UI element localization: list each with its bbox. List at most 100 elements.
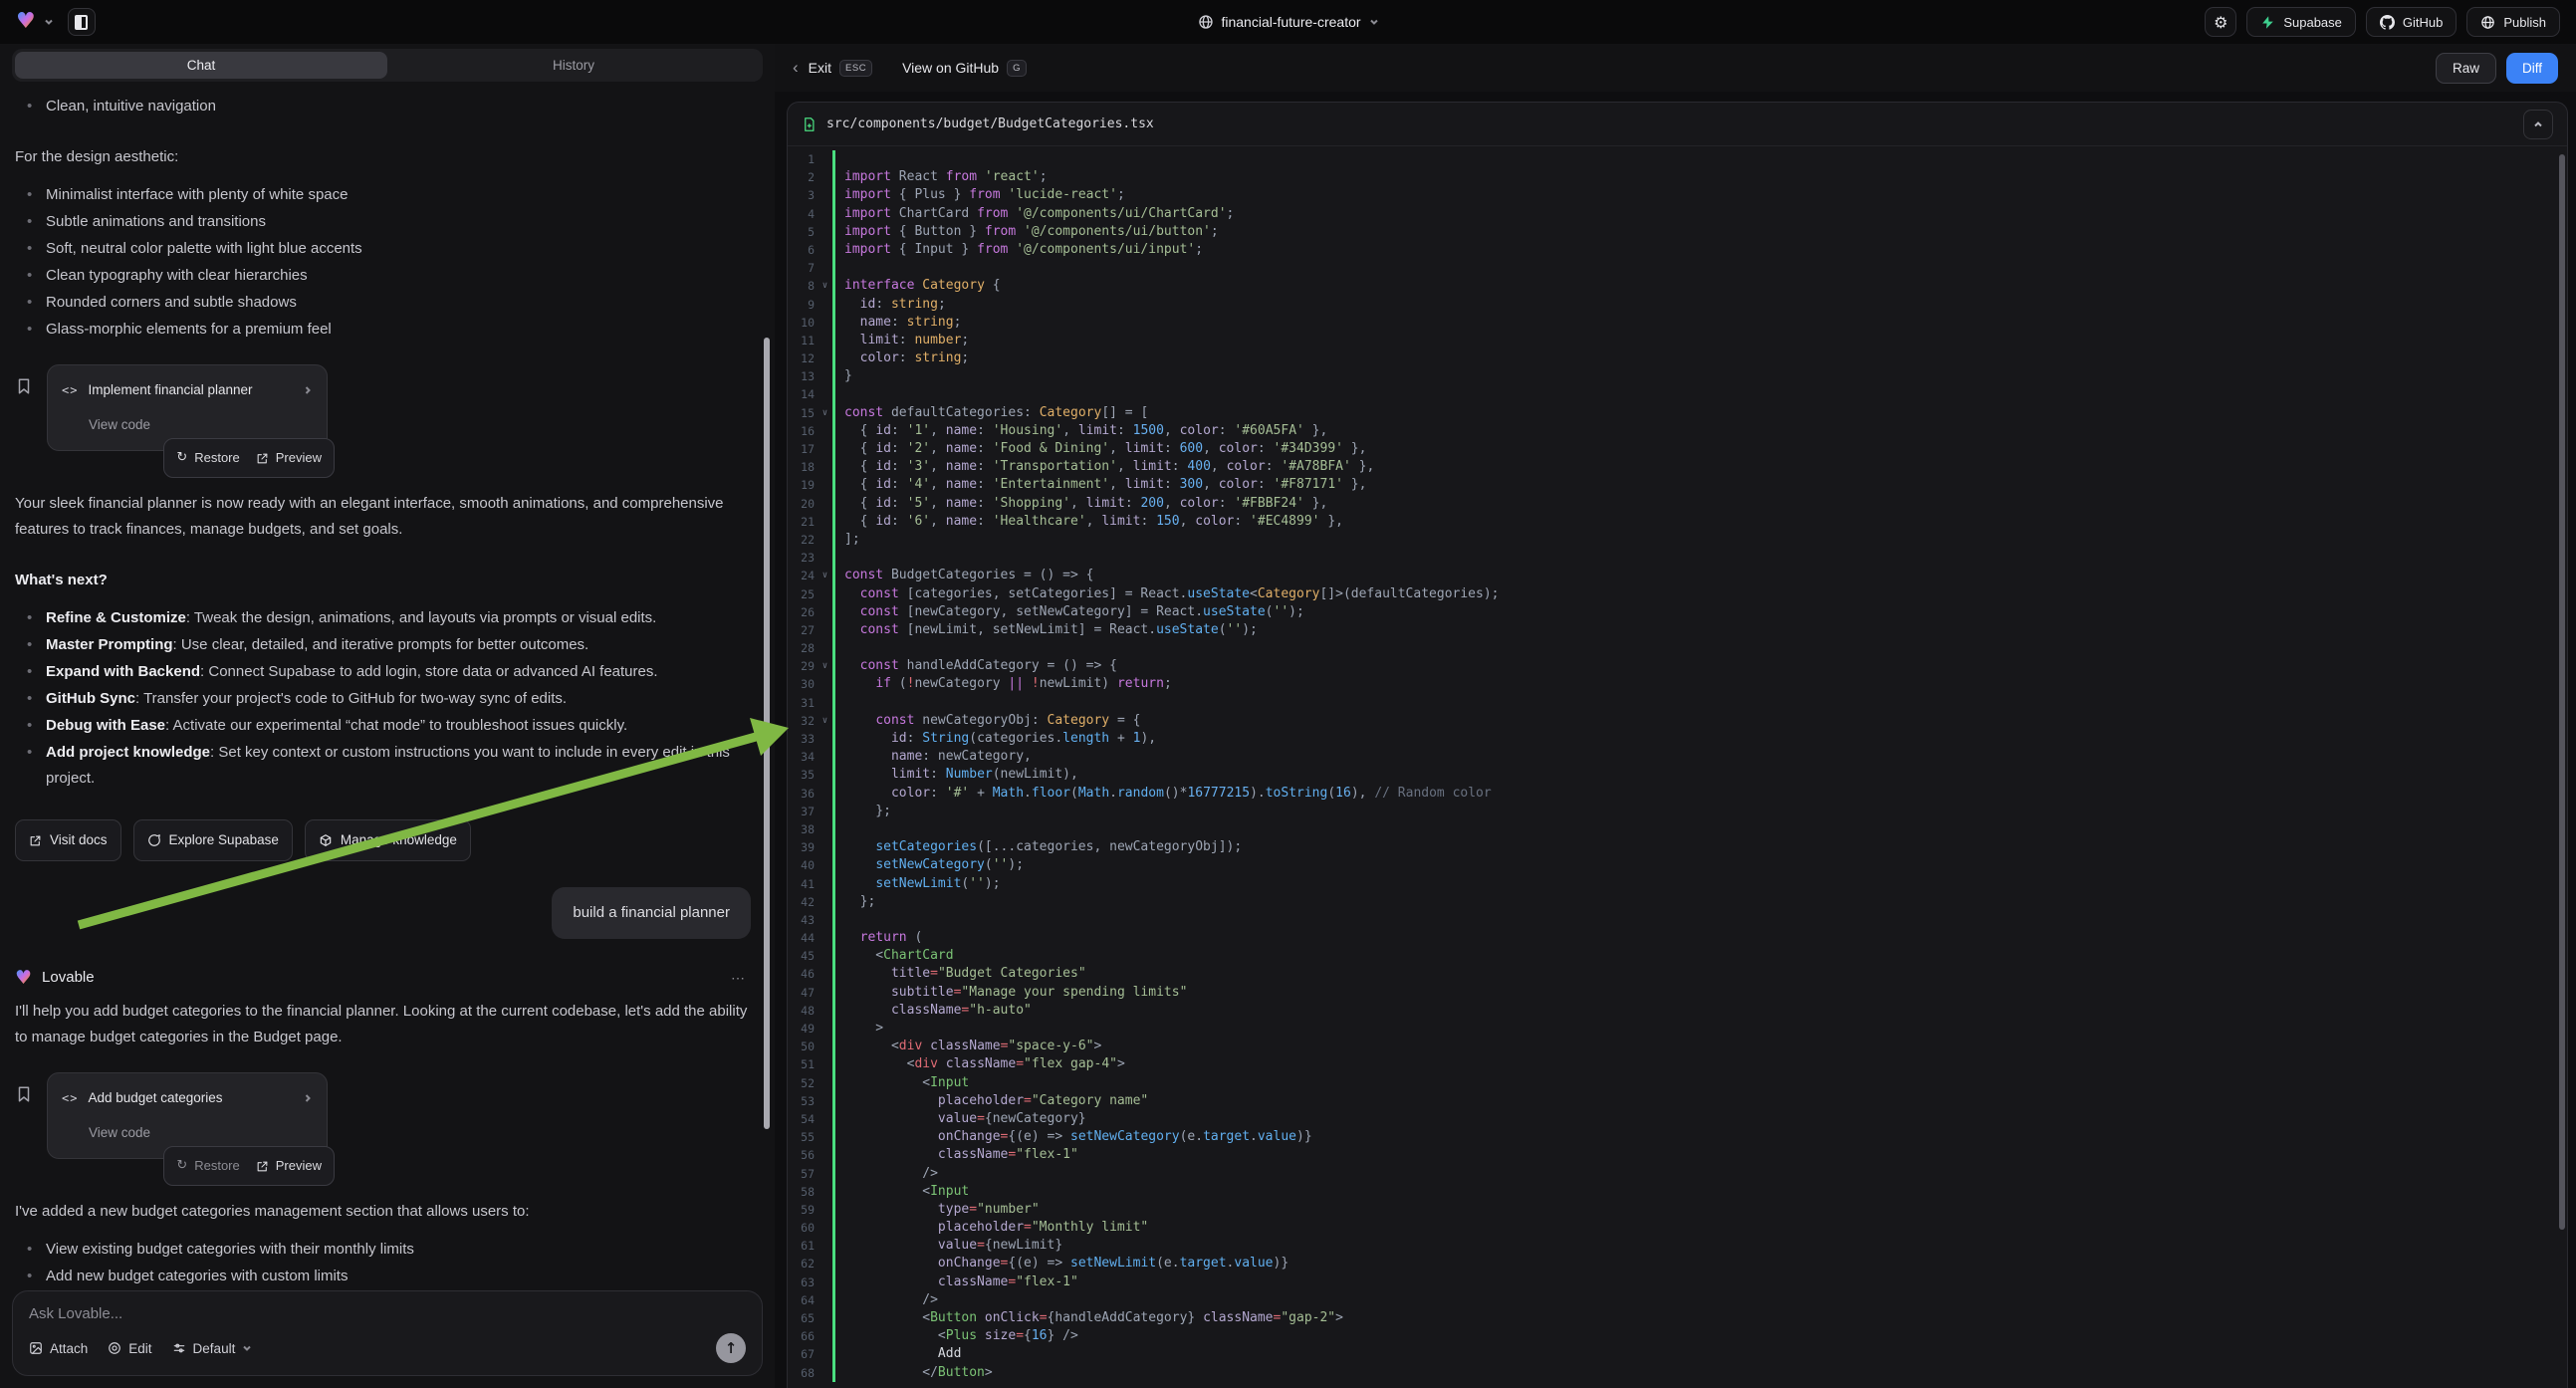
code-line: 16 { id: '1', name: 'Housing', limit: 15…	[788, 422, 2567, 440]
line-number: 2	[788, 168, 818, 186]
logo-chevron-down-icon[interactable]	[44, 17, 54, 27]
code-line: 13}	[788, 367, 2567, 385]
chat-scrollbar[interactable]	[764, 338, 770, 1129]
assistant-header: ♥ Lovable ⋯	[15, 965, 755, 991]
raw-toggle-button[interactable]: Raw	[2436, 53, 2496, 84]
version-card-implement-financial-planner[interactable]: <> Implement financial planner View code…	[47, 364, 328, 451]
back-chevron-icon[interactable]: ‹	[793, 58, 799, 78]
code-line: 41 setNewLimit('');	[788, 875, 2567, 893]
code-line: 43	[788, 911, 2567, 929]
code-line: 35 limit: Number(newLimit),	[788, 766, 2567, 784]
fold-chevron-icon	[818, 1201, 832, 1219]
line-number: 14	[788, 385, 818, 403]
supabase-label: Supabase	[2283, 15, 2342, 30]
github-button[interactable]: GitHub	[2366, 7, 2457, 37]
fold-chevron-icon	[818, 1038, 832, 1055]
tab-history[interactable]: History	[387, 52, 760, 79]
chat-input-placeholder[interactable]: Ask Lovable...	[29, 1305, 746, 1322]
preview-button[interactable]: Preview	[256, 445, 322, 471]
list-item: Add project knowledge: Set key context o…	[15, 740, 755, 792]
code-line: 10 name: string;	[788, 314, 2567, 332]
code-line: 65 <Button onClick={handleAddCategory} c…	[788, 1309, 2567, 1327]
code-line: 62 onChange={(e) => setNewLimit(e.target…	[788, 1255, 2567, 1272]
chat-input-box[interactable]: Ask Lovable... Attach Edit Default	[12, 1290, 763, 1376]
fold-chevron-icon	[818, 820, 832, 838]
fold-chevron-icon[interactable]: ∨	[818, 277, 832, 295]
line-number: 56	[788, 1146, 818, 1164]
publish-button[interactable]: Publish	[2466, 7, 2560, 37]
added-bullet-list: View existing budget categories with the…	[15, 1237, 755, 1284]
visit-docs-button[interactable]: Visit docs	[15, 819, 121, 861]
code-line: 11 limit: number;	[788, 332, 2567, 349]
bookmark-icon[interactable]	[15, 376, 33, 396]
view-on-github-link[interactable]: View on GitHub	[902, 60, 999, 76]
mode-chevron-down-icon	[242, 1343, 252, 1353]
fold-chevron-icon	[818, 1183, 832, 1201]
next-steps-list: Refine & Customize: Tweak the design, an…	[15, 605, 755, 792]
edit-button[interactable]: Edit	[108, 1341, 151, 1356]
line-number: 11	[788, 332, 818, 349]
code-line: 27 const [newLimit, setNewLimit] = React…	[788, 621, 2567, 639]
fold-chevron-icon	[818, 803, 832, 820]
fold-chevron-icon	[818, 1309, 832, 1327]
line-number: 68	[788, 1364, 818, 1382]
version-card-add-budget-categories[interactable]: <> Add budget categories View code ↻ Res…	[47, 1072, 328, 1159]
list-item: Glass-morphic elements for a premium fee…	[15, 317, 755, 343]
mode-selector[interactable]: Default	[172, 1341, 253, 1356]
fold-chevron-icon	[818, 367, 832, 385]
lovable-logo[interactable]: ♥	[16, 11, 36, 33]
code-line: 66 <Plus size={16} />	[788, 1327, 2567, 1345]
code-line: 18 { id: '3', name: 'Transportation', li…	[788, 458, 2567, 476]
knowledge-box-icon	[319, 833, 333, 847]
line-number: 61	[788, 1237, 818, 1255]
settings-button[interactable]: ⚙	[2205, 7, 2236, 37]
sliders-icon	[172, 1341, 186, 1355]
line-number: 4	[788, 205, 818, 223]
fold-chevron-icon	[818, 621, 832, 639]
list-item: Clean, intuitive navigation	[15, 94, 755, 119]
bookmark-icon[interactable]	[15, 1084, 33, 1104]
code-scrollbar[interactable]	[2559, 154, 2565, 1230]
collapse-file-button[interactable]	[2523, 110, 2553, 139]
fold-chevron-icon[interactable]: ∨	[818, 712, 832, 730]
restore-button[interactable]: ↻ Restore	[176, 1153, 239, 1179]
fold-chevron-icon	[818, 585, 832, 603]
line-number: 44	[788, 929, 818, 947]
fold-chevron-icon	[818, 1020, 832, 1038]
tab-chat[interactable]: Chat	[15, 52, 387, 79]
fold-chevron-icon	[818, 476, 832, 494]
fold-chevron-icon[interactable]: ∨	[818, 567, 832, 584]
fold-chevron-icon[interactable]: ∨	[818, 404, 832, 422]
fold-chevron-icon	[818, 748, 832, 766]
view-code-link[interactable]: View code	[89, 1120, 313, 1146]
manage-knowledge-button[interactable]: Manage knowledge	[305, 819, 471, 861]
message-menu-button[interactable]: ⋯	[731, 965, 747, 991]
chat-history-tabs: Chat History	[12, 49, 763, 82]
globe-icon	[1197, 14, 1213, 30]
restore-button[interactable]: ↻ Restore	[176, 445, 239, 471]
chat-message-list[interactable]: Clean, intuitive navigation For the desi…	[0, 82, 775, 1284]
attach-button[interactable]: Attach	[29, 1341, 88, 1356]
fold-chevron-icon[interactable]: ∨	[818, 657, 832, 675]
line-number: 60	[788, 1219, 818, 1237]
list-item: Master Prompting: Use clear, detailed, a…	[15, 632, 755, 658]
fold-chevron-icon	[818, 785, 832, 803]
sidebar-toggle-button[interactable]	[68, 8, 96, 36]
supabase-button[interactable]: Supabase	[2246, 7, 2356, 37]
fold-chevron-icon	[818, 422, 832, 440]
file-path-row[interactable]: src/components/budget/BudgetCategories.t…	[788, 103, 2567, 146]
code-view-header: ‹ Exit ESC View on GitHub G Raw Diff	[775, 44, 2576, 92]
version-card-toolbar: ↻ Restore Preview	[163, 438, 335, 478]
exit-button[interactable]: Exit	[809, 60, 831, 76]
code-line: 39 setCategories([...categories, newCate…	[788, 838, 2567, 856]
preview-button[interactable]: Preview	[256, 1153, 322, 1179]
project-switcher[interactable]: financial-future-creator	[1197, 0, 1378, 44]
code-file-card: src/components/budget/BudgetCategories.t…	[787, 102, 2568, 1388]
diff-toggle-button[interactable]: Diff	[2506, 53, 2558, 84]
view-code-link[interactable]: View code	[89, 412, 313, 438]
explore-supabase-button[interactable]: Explore Supabase	[133, 819, 293, 861]
fold-chevron-icon	[818, 296, 832, 314]
send-button[interactable]: ↑	[716, 1333, 746, 1363]
line-number: 7	[788, 259, 818, 277]
code-lines: 12import React from 'react';3import { Pl…	[788, 146, 2567, 1388]
